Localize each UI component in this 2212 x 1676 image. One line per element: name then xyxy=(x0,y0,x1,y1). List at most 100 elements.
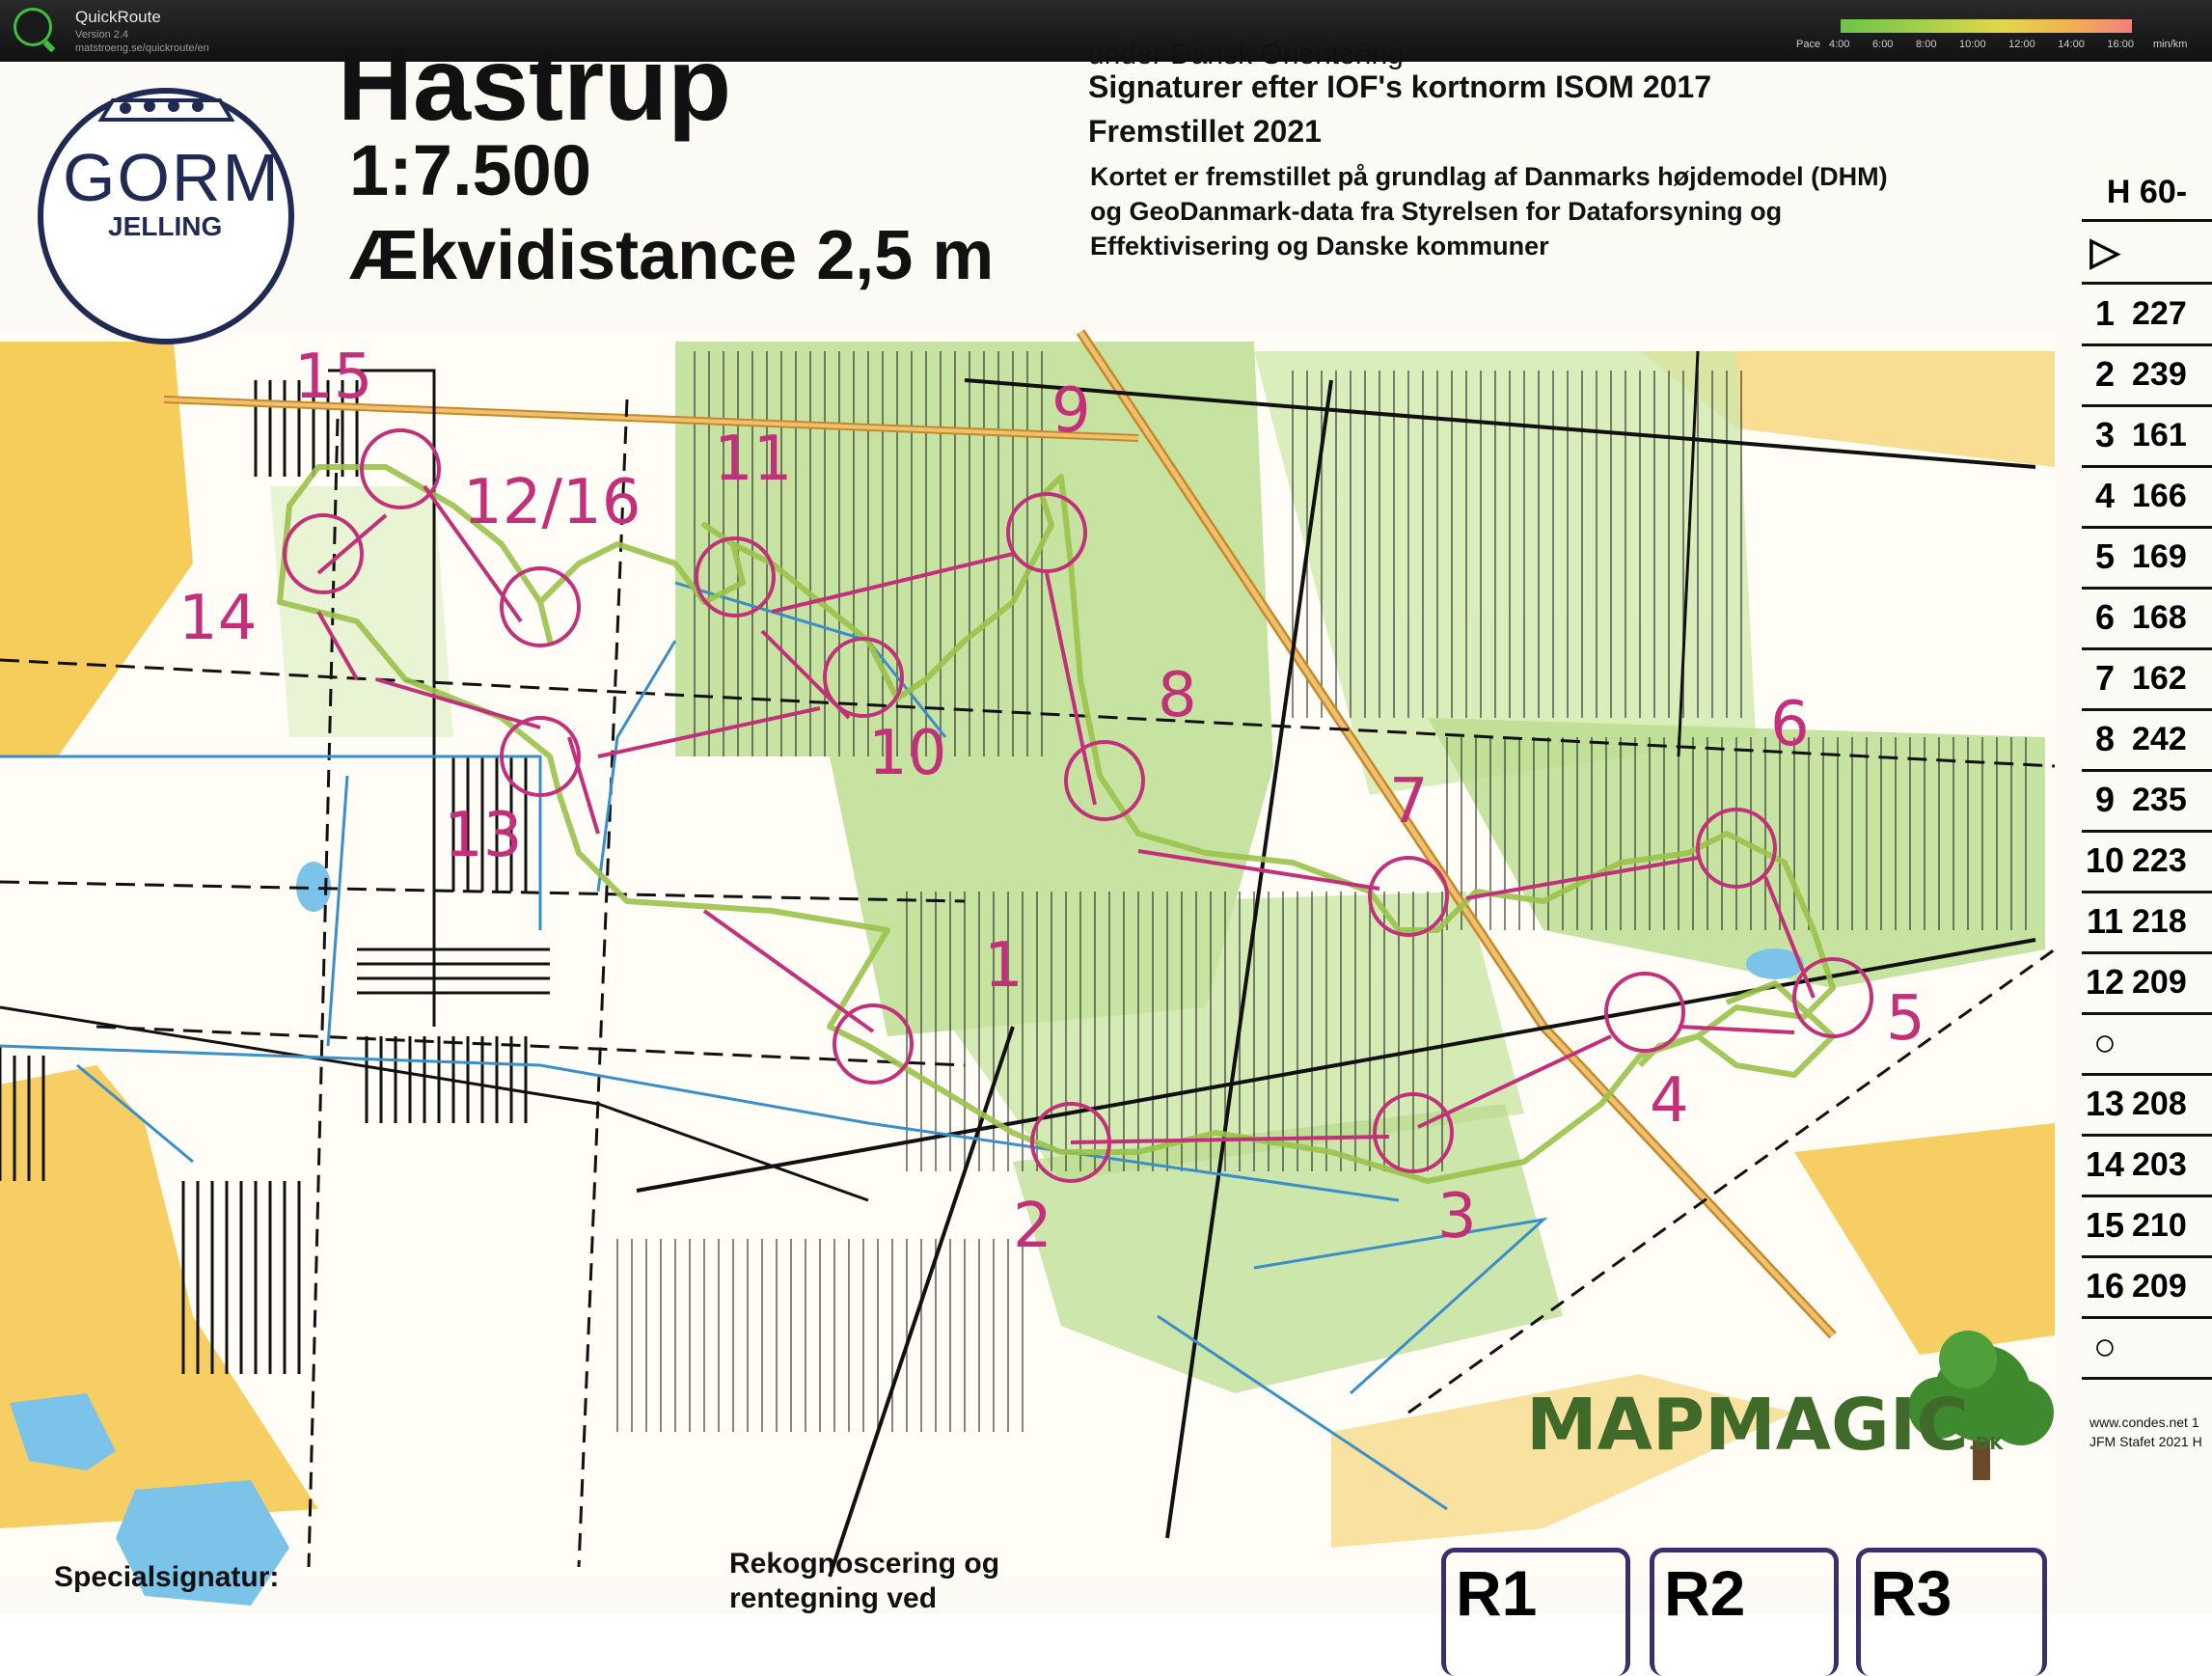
relay-box-r1: R1 xyxy=(1441,1548,1630,1676)
app-version: Version 2.4 xyxy=(75,29,129,41)
pace-tick: 4:00 xyxy=(1829,39,1850,50)
recon-line-1: Rekognoscering og xyxy=(729,1548,1000,1580)
description-row: 1 227 xyxy=(2082,284,2212,346)
row-number: 12 xyxy=(2085,962,2125,1002)
pace-unit: min/km xyxy=(2153,39,2188,50)
row-number: 13 xyxy=(2085,1084,2125,1123)
row-code: 209 xyxy=(2132,963,2187,1001)
description-row: 3 161 xyxy=(2082,405,2212,468)
row-number: 6 xyxy=(2094,597,2116,637)
row-number: 8 xyxy=(2094,719,2116,758)
pace-tick: 14:00 xyxy=(2058,39,2085,50)
control-number: 13 xyxy=(444,800,523,871)
pace-label: Pace xyxy=(1796,39,1821,50)
description-row: 6 168 xyxy=(2082,588,2212,650)
special-symbols-label: Specialsignatur: xyxy=(54,1561,280,1593)
description-class: H 60- xyxy=(2082,166,2212,222)
app-name: QuickRoute xyxy=(75,8,161,26)
description-row: 10 223 xyxy=(2082,831,2212,893)
control-number: 3 xyxy=(1437,1181,1477,1252)
relay-label: R2 xyxy=(1664,1557,1746,1629)
row-code: 223 xyxy=(2132,841,2187,879)
mapmagic-text: MAPMAGIC xyxy=(1526,1384,1969,1467)
map-scale: 1:7.500 xyxy=(349,130,591,210)
row-code: 162 xyxy=(2132,659,2187,697)
changeover-circle-icon: ○ xyxy=(2092,1021,2117,1064)
description-row: 16 209 xyxy=(2082,1256,2212,1319)
control-number: 6 xyxy=(1770,689,1810,760)
row-code: 169 xyxy=(2132,537,2187,575)
row-code: 203 xyxy=(2132,1145,2187,1183)
info-line-2: Signaturer efter IOF's kortnorm ISOM 201… xyxy=(1088,69,1711,104)
pace-tick: 12:00 xyxy=(2008,39,2035,50)
row-number: 16 xyxy=(2085,1266,2125,1305)
control-number: 15 xyxy=(294,342,373,413)
row-code: 208 xyxy=(2132,1085,2187,1122)
relay-label: R1 xyxy=(1456,1557,1538,1629)
quickroute-logo-icon xyxy=(14,8,52,46)
row-number: 2 xyxy=(2094,354,2116,394)
logo-name: GORM xyxy=(63,140,281,215)
row-code: 166 xyxy=(2132,477,2187,514)
pace-tick: 6:00 xyxy=(1872,39,1894,50)
pace-tick: 8:00 xyxy=(1916,39,1937,50)
control-number: 14 xyxy=(178,583,258,654)
row-number: 14 xyxy=(2085,1144,2125,1184)
row-code: 209 xyxy=(2132,1267,2187,1305)
row-code: 239 xyxy=(2132,355,2187,393)
control-number: 8 xyxy=(1158,660,1197,731)
description-row: 13 208 xyxy=(2082,1074,2212,1137)
mapmagic-suffix: .DK xyxy=(1968,1434,2004,1454)
description-row: 7 162 xyxy=(2082,648,2212,711)
control-number: 9 xyxy=(1051,375,1091,447)
description-row: 8 242 xyxy=(2082,709,2212,772)
row-code: 210 xyxy=(2132,1206,2187,1244)
description-row: 15 210 xyxy=(2082,1195,2212,1258)
recon-line-2: rentegning ved xyxy=(729,1582,938,1614)
description-row: 4 166 xyxy=(2082,466,2212,529)
row-code: 168 xyxy=(2132,598,2187,636)
app-url[interactable]: matstroeng.se/quickroute/en xyxy=(75,42,209,54)
finish-row: ○ xyxy=(2082,1317,2212,1380)
control-number: 1 xyxy=(984,930,1024,1002)
row-number: 4 xyxy=(2094,476,2116,515)
pace-ticks: 4:00 6:00 8:00 10:00 12:00 14:00 16:00 xyxy=(1829,39,2134,50)
info-line-4: Kortet er fremstillet på grundlag af Dan… xyxy=(1090,162,1888,191)
description-row: 14 203 xyxy=(2082,1135,2212,1197)
relay-box-r2: R2 xyxy=(1650,1548,1839,1676)
row-number: 11 xyxy=(2086,901,2124,941)
start-triangle-icon: ▷ xyxy=(2089,231,2120,273)
mapmagic-logo: MAPMAGIC.DK xyxy=(1526,1384,2003,1467)
control-number: 4 xyxy=(1650,1065,1689,1137)
row-code: 227 xyxy=(2132,294,2187,332)
logo-town: JELLING xyxy=(108,211,223,241)
pace-color-legend xyxy=(1841,19,2132,33)
relay-changeover-row: ○ xyxy=(2082,1013,2212,1076)
row-code: 242 xyxy=(2132,720,2187,757)
class-name: H 60- xyxy=(2106,174,2188,210)
event-credit: JFM Stafet 2021 H xyxy=(2089,1434,2202,1449)
row-number: 7 xyxy=(2094,658,2116,698)
description-row: 5 169 xyxy=(2082,527,2212,590)
relay-label: R3 xyxy=(1871,1557,1953,1629)
map-contour-interval: Ækvidistance 2,5 m xyxy=(349,217,995,294)
relay-box-r3: R3 xyxy=(1856,1548,2047,1676)
control-number: 5 xyxy=(1886,983,1925,1055)
info-line-6: Effektivisering og Danske kommuner xyxy=(1090,232,1549,261)
row-number: 10 xyxy=(2085,840,2125,880)
control-number: 7 xyxy=(1389,766,1429,838)
row-code: 161 xyxy=(2132,416,2187,453)
control-number: 2 xyxy=(1013,1191,1052,1262)
description-row: 9 235 xyxy=(2082,770,2212,833)
map-graphics xyxy=(0,62,2212,1614)
info-line-5: og GeoDanmark-data fra Styrelsen for Dat… xyxy=(1090,197,1783,226)
map-canvas[interactable]: Hastrup 1:7.500 Ækvidistance 2,5 m GORM … xyxy=(0,25,2212,1676)
pace-tick: 16:00 xyxy=(2107,39,2134,50)
row-number: 3 xyxy=(2094,415,2116,454)
description-row: 12 209 xyxy=(2082,952,2212,1015)
row-number: 15 xyxy=(2085,1205,2125,1245)
control-number: 11 xyxy=(714,424,793,495)
info-line-1: under Dansk Orientering xyxy=(1088,39,1404,70)
start-row: ▷ xyxy=(2082,222,2212,285)
control-number: 12/16 xyxy=(463,467,642,538)
